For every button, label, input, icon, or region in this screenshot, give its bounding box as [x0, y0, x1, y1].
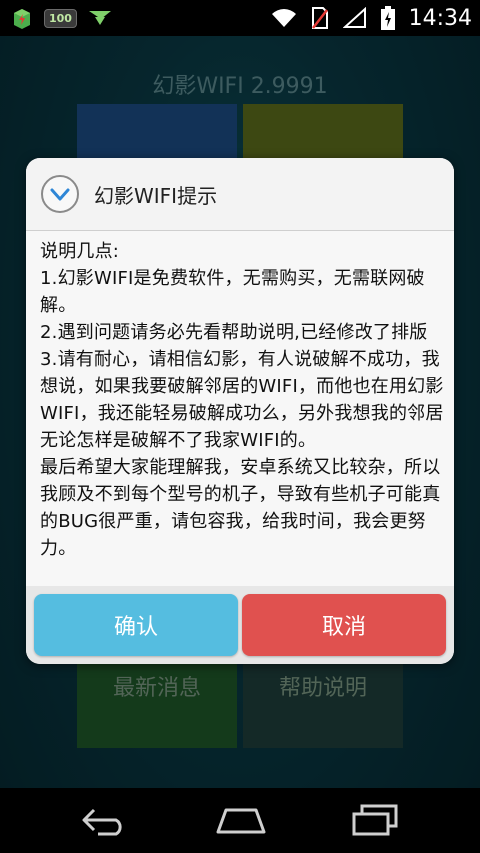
cancel-button[interactable]: 取消: [242, 594, 446, 656]
recents-icon[interactable]: [350, 804, 400, 836]
back-icon[interactable]: [80, 804, 132, 836]
app-notification-icon: [14, 9, 30, 29]
battery-100-icon: 100: [44, 8, 77, 28]
notice-dialog: 幻影WIFI提示 说明几点: 1.幻影WIFI是免费软件，无需购买，无需联网破解…: [26, 158, 454, 664]
no-signal-icon: [342, 7, 366, 28]
home-icon[interactable]: [214, 804, 268, 836]
battery-charging-icon: [380, 6, 395, 30]
dialog-header: 幻影WIFI提示: [26, 158, 454, 231]
status-bar: 100 14:34: [0, 0, 480, 36]
dialog-message: 说明几点: 1.幻影WIFI是免费软件，无需购买，无需联网破解。 2.遇到问题请…: [40, 241, 444, 559]
no-sim-icon: [311, 7, 328, 29]
confirm-button[interactable]: 确认: [34, 594, 238, 656]
chevron-down-circle-icon: [41, 175, 79, 213]
dialog-title: 幻影WIFI提示: [94, 184, 218, 208]
status-left-icons: 100: [10, 6, 113, 30]
dialog-button-bar: 确认 取消: [26, 586, 454, 664]
status-time: 14:34: [408, 5, 472, 31]
navigation-bar: [0, 788, 480, 853]
status-right-icons: 14:34: [271, 0, 472, 36]
download-arrow-icon: [88, 11, 111, 25]
wifi-icon: [271, 9, 296, 27]
screen: 100 14:34 幻影WIFI 2.9991 最新消息 帮助说明 幻影WIFI…: [0, 0, 480, 853]
